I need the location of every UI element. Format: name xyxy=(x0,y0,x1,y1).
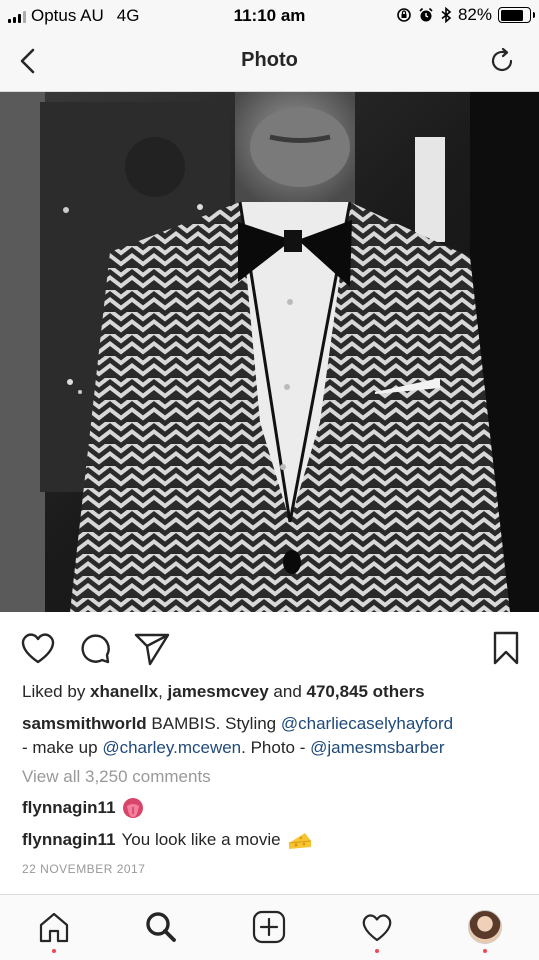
send-icon[interactable] xyxy=(132,628,172,668)
battery-percent: 82% xyxy=(457,5,492,24)
author-username[interactable]: samsmithworld xyxy=(22,714,147,733)
comment-username[interactable]: flynnagin11 xyxy=(22,830,116,850)
status-bar: Optus AU 4G 11:10 am 82% xyxy=(0,0,539,32)
tab-bar xyxy=(0,894,539,960)
likes-line: Liked by xhanellx, jamesmcvey and 470,84… xyxy=(22,682,425,702)
alarm-icon xyxy=(419,7,433,22)
comment-text: You look like a movie xyxy=(121,830,281,849)
mention-link[interactable]: @charley.mcewen xyxy=(102,738,241,757)
photo-image xyxy=(0,92,539,612)
comment-item: flynnagin11 You look like a movie xyxy=(22,829,313,851)
caption-text: BAMBIS. Styling xyxy=(146,714,281,733)
heart-icon[interactable] xyxy=(18,628,58,668)
post-caption: samsmithworld BAMBIS. Styling @charlieca… xyxy=(22,712,522,760)
mention-link[interactable]: @jamesmsbarber xyxy=(310,738,444,757)
battery-icon xyxy=(498,7,535,23)
bookmark-icon[interactable] xyxy=(486,628,526,668)
liker-link[interactable]: xhanellx xyxy=(90,682,158,701)
liked-by-label: Liked by xyxy=(22,682,91,701)
tongue-emoji xyxy=(122,798,143,818)
notification-dot xyxy=(52,949,56,953)
comment-username[interactable]: flynnagin11 xyxy=(22,798,116,818)
bluetooth-icon xyxy=(441,7,452,23)
liker-link[interactable]: jamesmcvey xyxy=(168,682,269,701)
notification-dot xyxy=(483,949,487,953)
activity-heart-icon[interactable] xyxy=(359,909,395,945)
nav-bar: Photo xyxy=(0,32,539,92)
post-photo[interactable] xyxy=(0,92,539,612)
comment-icon[interactable] xyxy=(75,628,115,668)
notification-dot xyxy=(375,949,379,953)
search-icon[interactable] xyxy=(143,909,179,945)
cheese-emoji xyxy=(288,833,311,849)
avatar[interactable] xyxy=(468,910,502,944)
page-title: Photo xyxy=(241,49,298,71)
rotation-lock-icon xyxy=(397,8,411,22)
comment-item: flynnagin11 xyxy=(22,797,144,819)
caption-text: . Photo - xyxy=(241,738,311,757)
refresh-icon[interactable] xyxy=(487,46,517,76)
add-post-icon[interactable] xyxy=(251,909,287,945)
post-date: 22 NOVEMBER 2017 xyxy=(22,862,146,876)
status-right: 82% xyxy=(396,5,535,25)
and-label: and xyxy=(268,682,307,701)
mention-link[interactable]: @charliecaselyhayford xyxy=(281,714,453,733)
home-icon[interactable] xyxy=(36,909,72,945)
view-all-comments-link[interactable]: View all 3,250 comments xyxy=(22,767,211,787)
caption-text: - make up xyxy=(22,738,103,757)
post-actions xyxy=(0,620,539,676)
liker-separator: , xyxy=(158,682,168,701)
likes-count[interactable]: 470,845 others xyxy=(307,682,425,701)
